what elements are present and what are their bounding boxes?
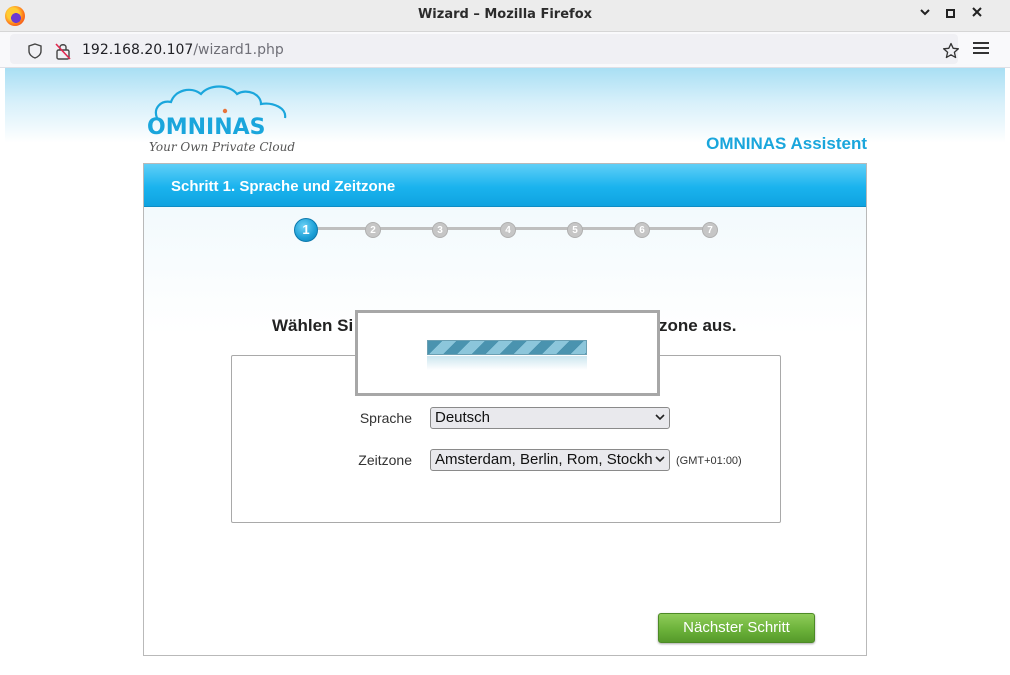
- assistant-title: OMNINAS Assistent: [706, 134, 867, 153]
- navigation-bar: 192.168.20.107/wizard1.php: [0, 32, 1010, 68]
- timezone-label: Zeitzone: [358, 452, 412, 468]
- chevron-down-icon: [655, 456, 665, 463]
- window-titlebar: Wizard – Mozilla Firefox: [0, 0, 1010, 32]
- step-4: 4: [500, 222, 516, 238]
- timezone-value: Amsterdam, Berlin, Rom, Stockh: [435, 451, 653, 468]
- maximize-button[interactable]: [941, 6, 959, 24]
- bookmark-star-icon[interactable]: [942, 42, 960, 60]
- insecure-lock-icon[interactable]: [55, 42, 71, 60]
- loading-progress-bar: [427, 340, 587, 355]
- url-path: /wizard1.php: [193, 42, 284, 58]
- hamburger-menu-icon[interactable]: [973, 42, 989, 56]
- logo-brand: OMNINAS: [147, 115, 266, 140]
- omninas-logo: OMNINAS Your Own Private Cloud: [147, 82, 297, 157]
- window-title: Wizard – Mozilla Firefox: [417, 7, 593, 22]
- url-bar[interactable]: 192.168.20.107/wizard1.php: [10, 34, 960, 64]
- step-title: Schritt 1. Sprache und Zeitzone: [171, 178, 396, 195]
- step-6: 6: [634, 222, 650, 238]
- loading-bar-reflection: [427, 356, 587, 370]
- url-text[interactable]: 192.168.20.107/wizard1.php: [82, 42, 284, 58]
- shield-icon[interactable]: [28, 43, 42, 59]
- step-7: 7: [702, 222, 718, 238]
- minimize-button[interactable]: [916, 6, 934, 24]
- step-1: 1: [294, 218, 318, 242]
- step-5: 5: [567, 222, 583, 238]
- close-window-button[interactable]: [966, 6, 988, 24]
- step-3: 3: [432, 222, 448, 238]
- page-content: OMNINAS Your Own Private Cloud OMNINAS A…: [5, 68, 1005, 675]
- language-label: Sprache: [359, 410, 412, 426]
- step-header: Schritt 1. Sprache und Zeitzone: [144, 164, 866, 207]
- wizard-panel: Schritt 1. Sprache und Zeitzone 1 2 3 4 …: [143, 163, 867, 656]
- timezone-offset: (GMT+01:00): [676, 455, 742, 467]
- loading-dialog: [355, 310, 660, 396]
- url-host: 192.168.20.107: [82, 42, 194, 58]
- timezone-select[interactable]: Amsterdam, Berlin, Rom, Stockh: [430, 449, 670, 471]
- next-step-button[interactable]: Nächster Schritt: [658, 613, 815, 643]
- language-value: Deutsch: [435, 409, 491, 426]
- instruction-right: zone aus.: [659, 316, 737, 335]
- logo-tagline: Your Own Private Cloud: [149, 140, 296, 154]
- instruction-left: Wählen Si: [272, 316, 354, 335]
- chevron-down-icon: [655, 414, 665, 421]
- step-indicator: 1 2 3 4 5 6 7: [294, 218, 724, 243]
- language-select[interactable]: Deutsch: [430, 407, 670, 429]
- step-2: 2: [365, 222, 381, 238]
